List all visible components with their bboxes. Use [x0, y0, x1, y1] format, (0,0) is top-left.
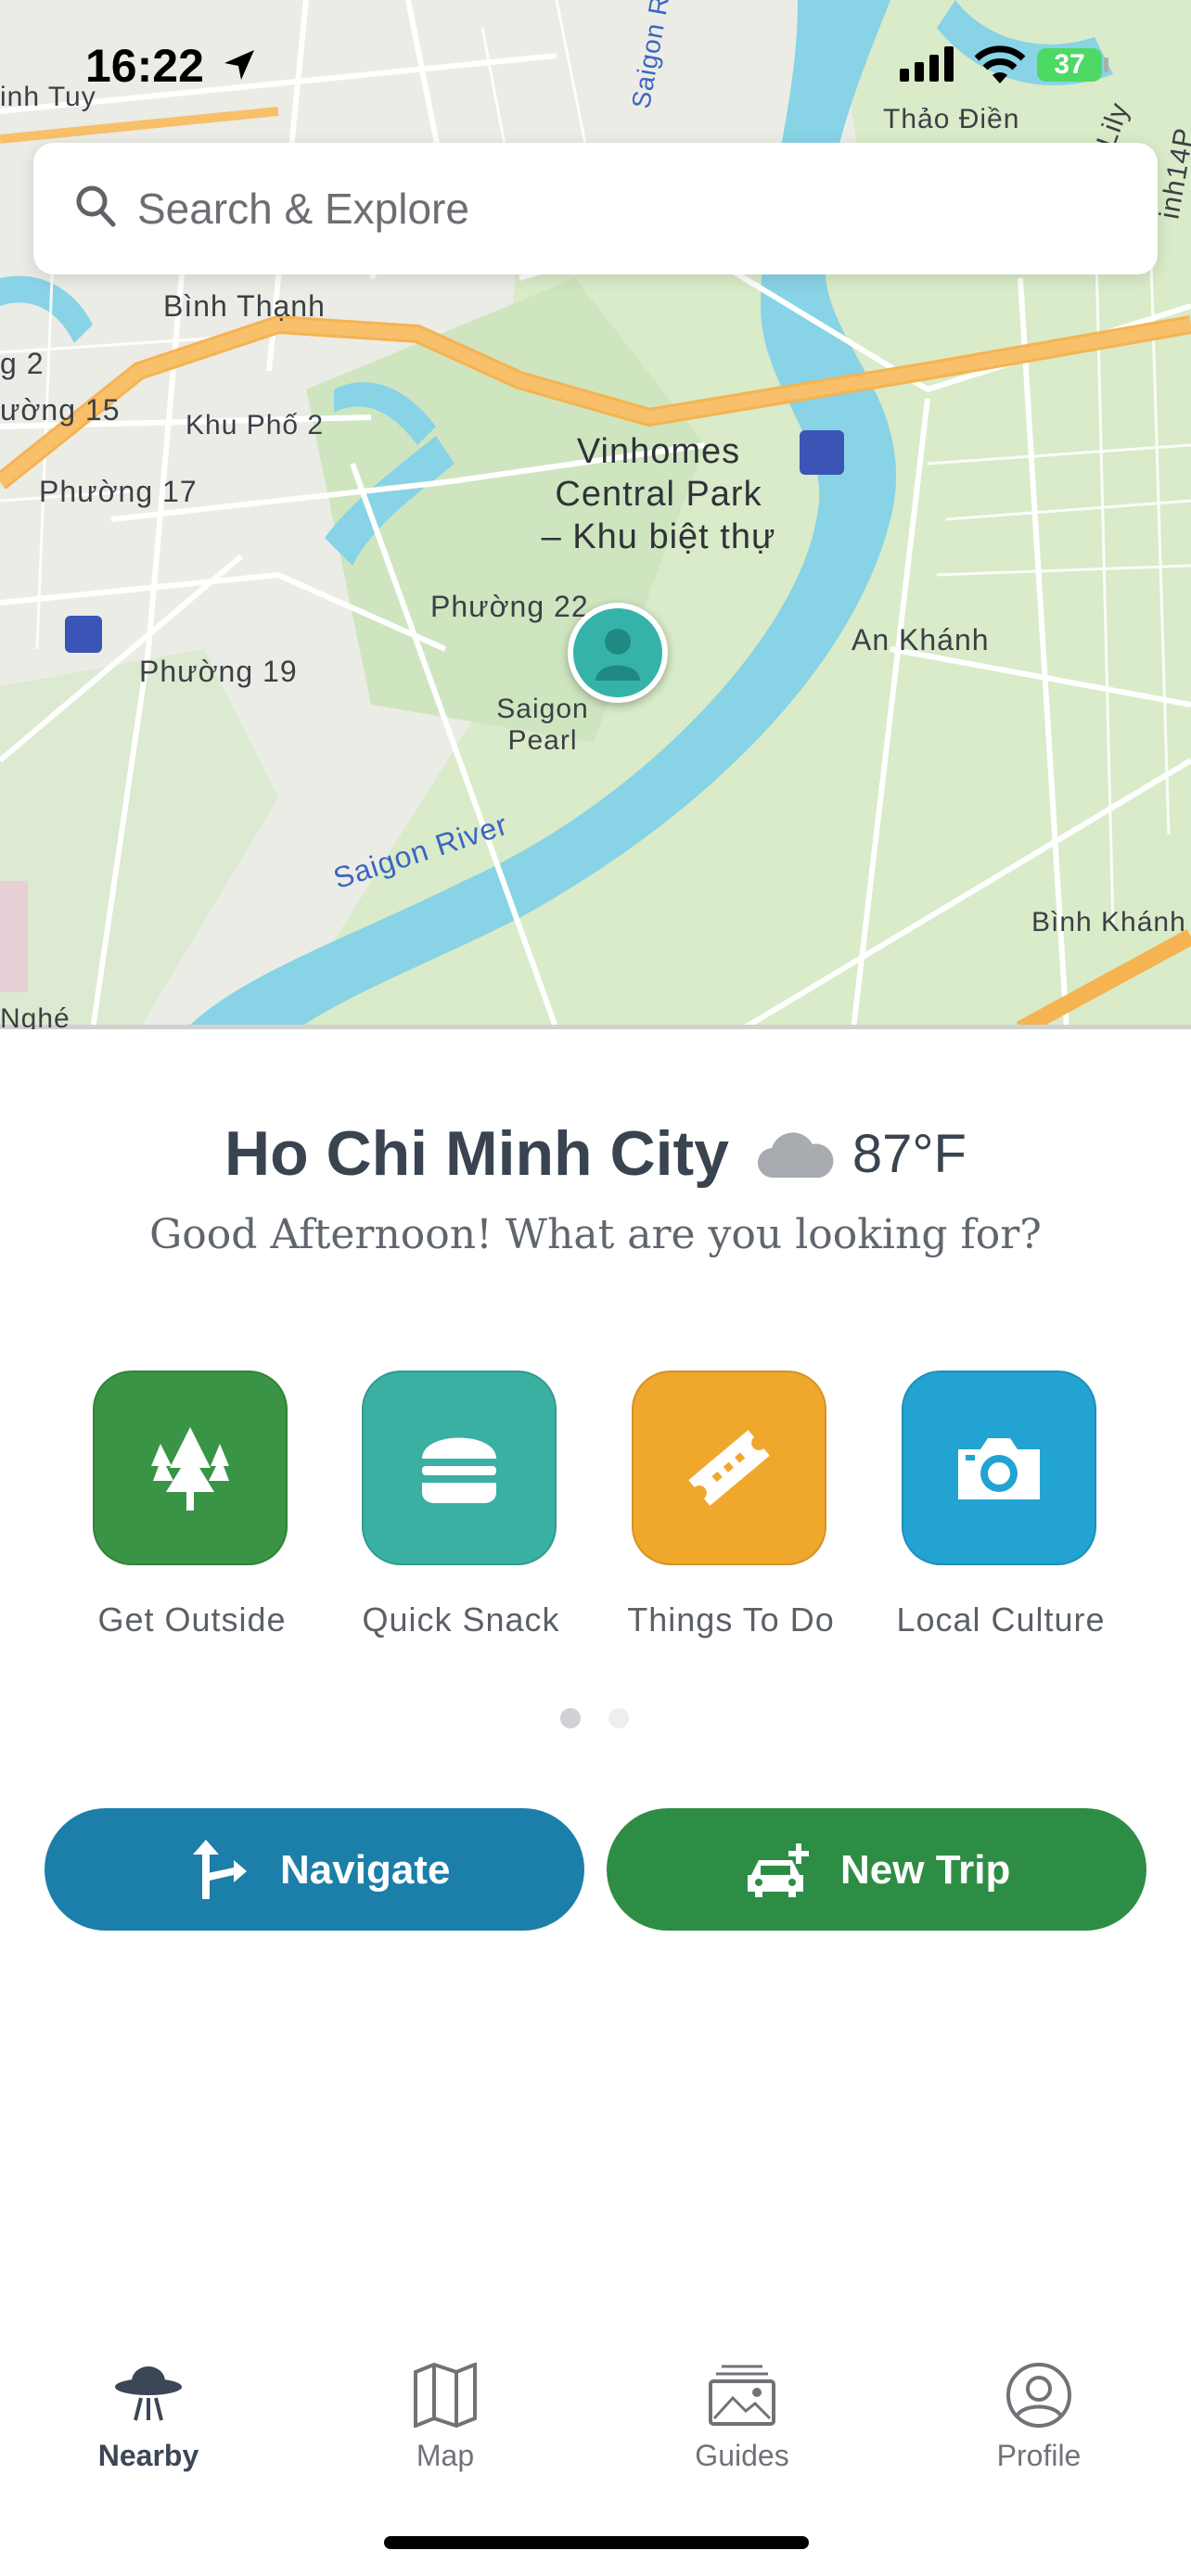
- status-bar: 16:22 37: [0, 0, 1191, 130]
- category-tile: [632, 1371, 826, 1565]
- status-time: 16:22: [85, 40, 204, 92]
- map-label: Nghé: [0, 1003, 70, 1029]
- page-dot-active: [560, 1708, 581, 1728]
- trees-icon: [151, 1427, 229, 1511]
- tab-label: Nearby: [97, 2439, 199, 2472]
- map-label-line: Pearl: [507, 725, 578, 756]
- category-tile: [93, 1371, 288, 1565]
- category-label: Get Outside: [97, 1600, 287, 1639]
- map-label-line: – Khu biệt thự: [541, 517, 776, 556]
- map-label: Saigon Pearl: [492, 694, 594, 757]
- temperature: 87°F: [852, 1123, 967, 1184]
- home-indicator[interactable]: [384, 2536, 809, 2549]
- map-label: Khu Phố 2: [186, 410, 325, 440]
- current-location-marker[interactable]: [568, 603, 668, 703]
- tab-guides[interactable]: Guides: [649, 2337, 835, 2473]
- map-label: Bình Thạnh: [163, 289, 326, 323]
- category-things-to-do[interactable]: Things To Do: [627, 1371, 834, 1639]
- category-quick-snack[interactable]: Quick Snack: [362, 1371, 560, 1639]
- tab-label: Profile: [996, 2439, 1082, 2472]
- map-label: Phường 22: [430, 590, 589, 623]
- greeting-text: Good Afternoon! What are you looking for…: [149, 1211, 1042, 1258]
- map-label: Bình Khánh: [1031, 907, 1186, 937]
- map-label: Phường 17: [39, 475, 198, 508]
- map-label: Phường 19: [139, 655, 298, 688]
- wifi-icon: [974, 45, 1026, 83]
- tab-label: Map: [416, 2439, 475, 2472]
- ufo-icon: [115, 2366, 182, 2421]
- car-plus-icon: [748, 1843, 809, 1897]
- category-tile: [902, 1371, 1096, 1565]
- map-label-line: Vinhomes: [576, 432, 741, 471]
- category-label: Local Culture: [896, 1600, 1106, 1639]
- cellular-signal-icon: [900, 46, 954, 82]
- category-label: Quick Snack: [362, 1600, 560, 1639]
- map-label-line: Central Park: [555, 475, 762, 514]
- new-trip-label: New Trip: [840, 1847, 1011, 1893]
- navigate-button[interactable]: Navigate: [45, 1808, 584, 1931]
- category-tile: [362, 1371, 557, 1565]
- search-icon: [76, 185, 116, 227]
- navigate-label: Navigate: [280, 1847, 451, 1893]
- tab-profile[interactable]: Profile: [946, 2337, 1132, 2473]
- map-label: ường 15: [0, 393, 121, 427]
- tab-label: Guides: [695, 2439, 789, 2472]
- app-screen: inh Tuy Thảo Điền Bình Thạnh g 2 ường 15…: [0, 0, 1191, 2576]
- guides-icon: [709, 2365, 775, 2426]
- cloud-icon: [758, 1132, 834, 1179]
- map-label: Vinhomes Central Park – Khu biệt thự: [538, 430, 779, 558]
- map-icon: [414, 2363, 477, 2428]
- battery-cap: [1104, 57, 1108, 72]
- tab-map[interactable]: Map: [352, 2337, 538, 2473]
- city-name: Ho Chi Minh City: [224, 1118, 729, 1189]
- battery-indicator: 37: [1037, 48, 1102, 82]
- ticket-icon: [688, 1430, 770, 1506]
- tab-nearby[interactable]: Nearby: [56, 2337, 241, 2473]
- map-label-line: Saigon: [496, 694, 589, 724]
- location-weather-row: Ho Chi Minh City 87°F: [0, 1117, 1191, 1190]
- directions-icon: [193, 1840, 247, 1899]
- map-label: g 2: [0, 347, 45, 380]
- burger-icon: [422, 1437, 496, 1503]
- category-local-culture[interactable]: Local Culture: [896, 1371, 1105, 1639]
- search-bar[interactable]: Search & Explore: [33, 143, 1158, 274]
- category-get-outside[interactable]: Get Outside: [93, 1371, 291, 1639]
- category-label: Things To Do: [627, 1600, 835, 1639]
- tab-bar: Nearby Map Guides Profile: [0, 2337, 1191, 2504]
- profile-icon: [1006, 2363, 1071, 2428]
- search-placeholder: Search & Explore: [137, 185, 469, 233]
- camera-icon: [958, 1438, 1040, 1499]
- page-dot: [608, 1708, 629, 1728]
- person-icon: [596, 629, 640, 681]
- map-label: An Khánh: [852, 623, 990, 657]
- location-arrow-icon: [224, 50, 254, 80]
- new-trip-button[interactable]: New Trip: [607, 1808, 1146, 1931]
